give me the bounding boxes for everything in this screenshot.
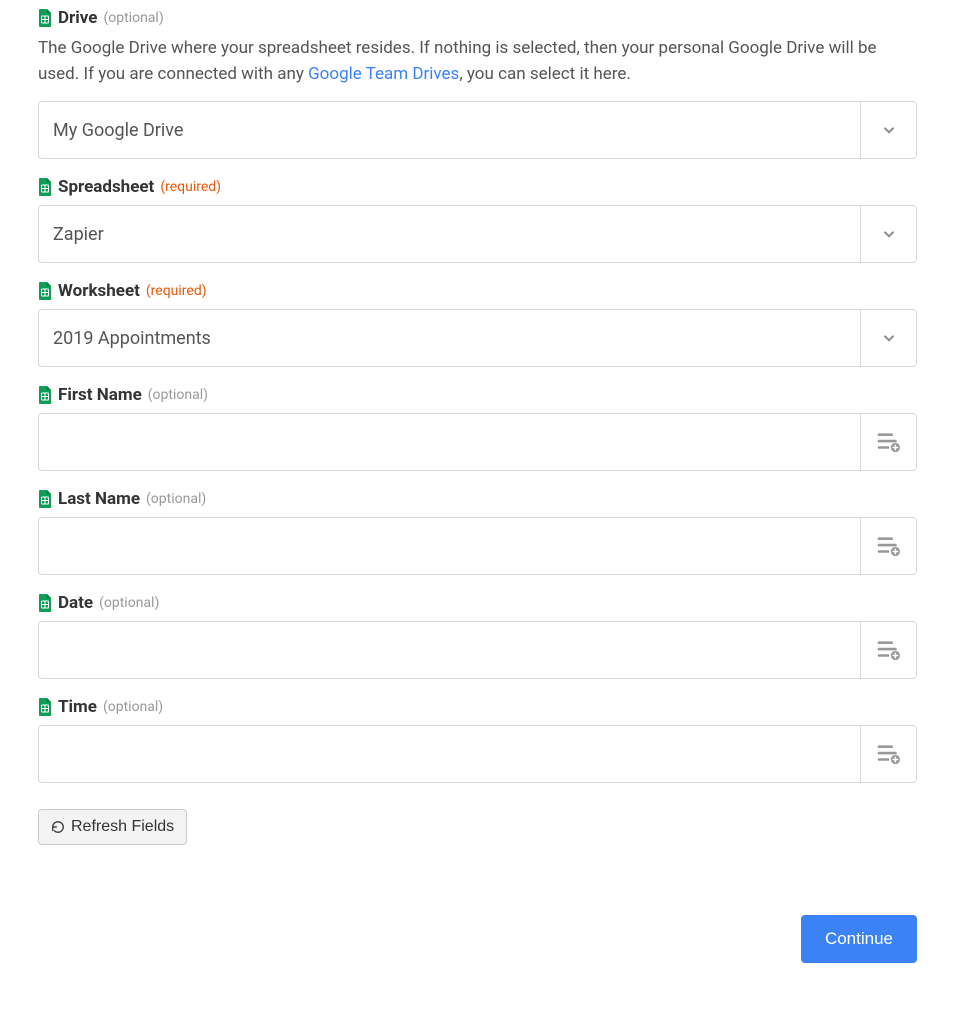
spreadsheet-select[interactable]: Zapier (38, 205, 917, 263)
footer: Continue (38, 915, 917, 963)
field-label: Worksheet (58, 281, 140, 301)
optional-badge: (optional) (103, 699, 163, 715)
required-badge: (required) (146, 283, 207, 299)
sheets-icon (38, 386, 52, 404)
refresh-fields-button[interactable]: Refresh Fields (38, 809, 187, 845)
field-last-name: Last Name (optional) (38, 489, 917, 575)
field-label: Spreadsheet (58, 177, 154, 197)
sheets-icon (38, 490, 52, 508)
select-value[interactable]: My Google Drive (39, 102, 860, 158)
select-value[interactable]: 2019 Appointments (39, 310, 860, 366)
field-label: Drive (58, 8, 97, 28)
field-label: Date (58, 593, 93, 613)
last-name-input-wrap (38, 517, 917, 575)
field-spreadsheet: Spreadsheet (required) Zapier (38, 177, 917, 263)
label-row: Worksheet (required) (38, 281, 917, 301)
optional-badge: (optional) (146, 491, 206, 507)
sheets-icon (38, 698, 52, 716)
worksheet-select[interactable]: 2019 Appointments (38, 309, 917, 367)
field-worksheet: Worksheet (required) 2019 Appointments (38, 281, 917, 367)
chevron-down-icon (880, 329, 898, 347)
sheets-icon (38, 282, 52, 300)
insert-data-button[interactable] (860, 518, 916, 574)
last-name-input[interactable] (39, 518, 860, 574)
insert-data-icon (876, 639, 902, 661)
required-badge: (required) (160, 179, 221, 195)
time-input[interactable] (39, 726, 860, 782)
field-label: Last Name (58, 489, 140, 509)
insert-data-button[interactable] (860, 414, 916, 470)
field-time: Time (optional) (38, 697, 917, 783)
label-row: Time (optional) (38, 697, 917, 717)
dropdown-toggle[interactable] (860, 310, 916, 366)
optional-badge: (optional) (103, 10, 163, 26)
insert-data-icon (876, 743, 902, 765)
drive-select[interactable]: My Google Drive (38, 101, 917, 159)
optional-badge: (optional) (99, 595, 159, 611)
first-name-input-wrap (38, 413, 917, 471)
sheets-icon (38, 178, 52, 196)
help-text: The Google Drive where your spreadsheet … (38, 36, 917, 87)
date-input[interactable] (39, 622, 860, 678)
refresh-label: Refresh Fields (71, 818, 174, 836)
sheets-icon (38, 9, 52, 27)
select-value[interactable]: Zapier (39, 206, 860, 262)
time-input-wrap (38, 725, 917, 783)
label-row: First Name (optional) (38, 385, 917, 405)
insert-data-icon (876, 431, 902, 453)
field-label: First Name (58, 385, 142, 405)
team-drives-link[interactable]: Google Team Drives (308, 64, 459, 84)
first-name-input[interactable] (39, 414, 860, 470)
refresh-icon (51, 820, 65, 834)
label-row: Date (optional) (38, 593, 917, 613)
field-label: Time (58, 697, 97, 717)
label-row: Spreadsheet (required) (38, 177, 917, 197)
sheets-icon (38, 594, 52, 612)
label-row: Drive (optional) (38, 8, 917, 28)
chevron-down-icon (880, 225, 898, 243)
optional-badge: (optional) (148, 387, 208, 403)
field-first-name: First Name (optional) (38, 385, 917, 471)
label-row: Last Name (optional) (38, 489, 917, 509)
date-input-wrap (38, 621, 917, 679)
continue-button[interactable]: Continue (801, 915, 917, 963)
field-drive: Drive (optional) The Google Drive where … (38, 8, 917, 159)
field-date: Date (optional) (38, 593, 917, 679)
dropdown-toggle[interactable] (860, 102, 916, 158)
insert-data-icon (876, 535, 902, 557)
chevron-down-icon (880, 121, 898, 139)
dropdown-toggle[interactable] (860, 206, 916, 262)
insert-data-button[interactable] (860, 622, 916, 678)
insert-data-button[interactable] (860, 726, 916, 782)
